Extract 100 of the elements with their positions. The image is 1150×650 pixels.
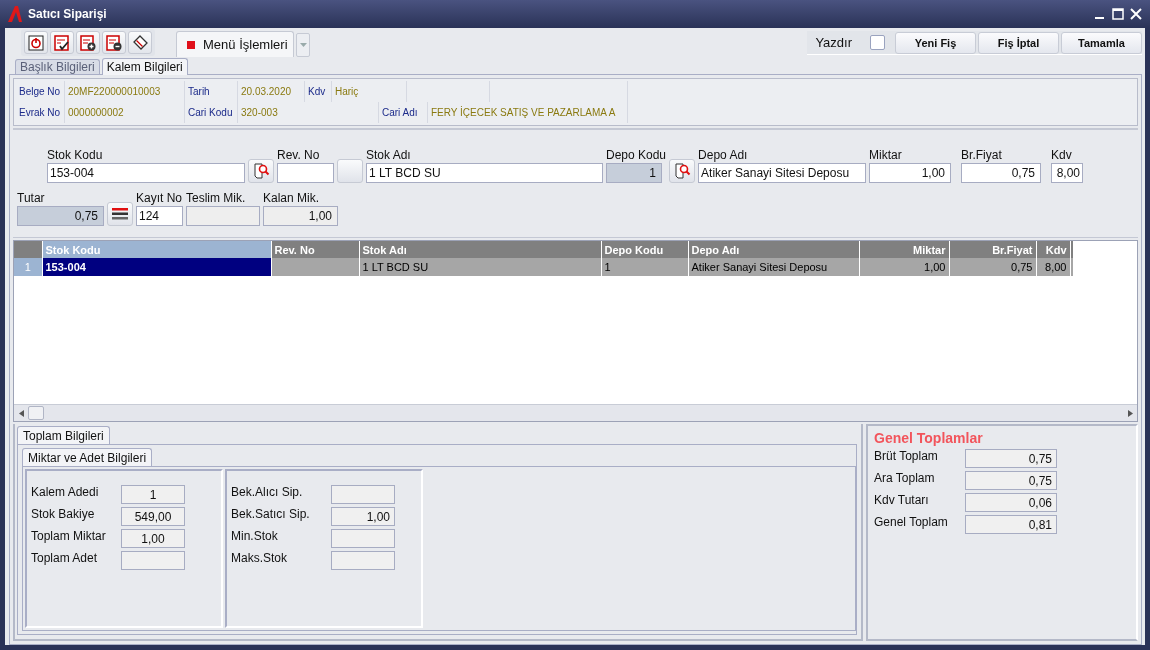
toolbar-button[interactable] [128,31,152,54]
add-document-icon [80,34,96,51]
lookup-icon [673,162,692,180]
header-value: FERY İÇECEK SATIŞ VE PAZARLAMA A [428,102,628,123]
scroll-left-icon[interactable] [18,409,24,417]
scroll-thumb[interactable] [28,406,44,420]
lookup-button[interactable] [669,159,696,183]
field-label: Tutar [17,191,46,205]
input-field[interactable]: 0,75 [17,206,104,226]
field-label: Kalan Mik. [263,191,321,205]
header-value: 20MF220000010003 [65,81,185,102]
table-cell: 1 LT BCD SU [359,258,601,276]
action-button[interactable]: Fiş İptal [978,31,1059,54]
header-label: Cari Kodu [185,102,238,123]
tab[interactable]: Kalem Bilgileri [101,58,188,75]
column-header[interactable]: Br.Fiyat [949,241,1036,258]
field-label: Brüt Toplam [874,449,939,463]
field-label: Genel Toplam [874,515,949,529]
header-label: Belge No [16,81,65,102]
field-label: Ara Toplam [874,471,936,485]
field-label: Kalem Adedi [31,485,100,499]
table-cell: 1 [601,258,688,276]
input-field[interactable]: Atiker Sanayi Sitesi Deposu [698,163,867,183]
caret-icon [299,43,307,47]
value-field: 1,00 [331,507,395,526]
input-field[interactable]: 1,00 [869,163,952,183]
row-number: 1 [14,258,42,276]
tab[interactable]: Başlık Bilgileri [15,59,100,74]
field-label: Miktar [869,148,903,162]
input-field[interactable]: 124 [136,206,183,226]
column-header[interactable]: Rev. No [271,241,359,258]
column-header[interactable]: Miktar [859,241,949,258]
input-field[interactable]: 153-004 [47,163,245,183]
lookup-button[interactable] [248,159,274,183]
horizontal-scrollbar[interactable] [14,404,1137,421]
header-label: Evrak No [16,102,65,123]
column-header[interactable]: Depo Kodu [601,241,688,258]
input-field[interactable] [277,163,334,183]
value-field [331,529,395,548]
header-value: 320-003 [238,102,379,123]
power-icon [28,34,44,51]
input-field[interactable]: 1 LT BCD SU [366,163,603,183]
input-field[interactable]: 1 [606,163,662,183]
field-label: Bek.Alıcı Sip. [231,485,304,499]
field-label: Br.Fiyat [961,148,1003,162]
input-field[interactable] [186,206,260,226]
field-label: Depo Adı [698,148,749,162]
table-cell: 1,00 [859,258,949,276]
table-cell: 0,75 [949,258,1036,276]
field-label: Stok Adı [366,148,412,162]
maximize-icon[interactable] [1112,8,1124,20]
header-label: Tarih [185,81,238,102]
tab[interactable]: Toplam Bilgileri [17,426,110,445]
field-label: Depo Kodu [606,148,667,162]
value-field [331,551,395,570]
field-label: Teslim Mik. [186,191,247,205]
field-label: Kdv Tutarı [874,493,930,507]
eraser-icon [132,34,148,51]
print-checkbox[interactable] [870,35,885,50]
value-field: 0,75 [965,449,1057,468]
value-field [331,485,395,504]
header-label: Cari Adı [379,102,428,123]
value-field: 1 [121,485,185,504]
toolbar-button[interactable] [102,31,126,54]
value-field: 0,81 [965,515,1057,534]
value-field [121,551,185,570]
value-field: 549,00 [121,507,185,526]
action-button[interactable]: Yeni Fiş [895,31,976,54]
field-label: Stok Kodu [47,148,104,162]
value-field: 1,00 [121,529,185,548]
toolbar-button[interactable] [50,31,74,54]
header-label: Kdv [305,81,332,102]
value-field: 0,75 [965,471,1057,490]
field-label: Rev. No [277,148,321,162]
column-header[interactable]: Depo Adı [688,241,859,258]
table-cell: 153-004 [42,258,271,276]
action-button[interactable]: Tamamla [1061,31,1142,54]
input-field[interactable]: 0,75 [961,163,1042,183]
column-header[interactable]: Stok Adı [359,241,601,258]
column-header[interactable]: Kdv [1036,241,1070,258]
field-label: Min.Stok [231,529,279,543]
close-icon[interactable] [1130,8,1142,20]
field-label: Bek.Satıcı Sip. [231,507,311,521]
list-button[interactable] [107,202,133,226]
header-value: Hariç [332,81,407,102]
field-label: Kayıt No [136,191,183,205]
toolbar-button[interactable] [76,31,100,54]
field-label: Stok Bakiye [31,507,96,521]
table-cell: Atiker Sanayi Sitesi Deposu [688,258,859,276]
input-field[interactable]: 8,00 [1051,163,1084,183]
print-label: Yazdır [814,35,853,50]
header-value: 20.03.2020 [238,81,305,102]
window-title: Satıcı Siparişi [28,7,107,21]
input-field[interactable]: 1,00 [263,206,338,226]
field-label: Kdv [1051,148,1073,162]
lookup-icon [252,162,270,180]
app-logo-icon [8,6,22,22]
table-row[interactable]: 1 153-004 1 LT BCD SU 1 Atiker Sanayi Sitesi Deposu 1,00 0,75 8,00 [14,258,1074,276]
scroll-right-icon[interactable] [1127,409,1133,417]
menu-button[interactable]: Menü İşlemleri [176,31,294,57]
